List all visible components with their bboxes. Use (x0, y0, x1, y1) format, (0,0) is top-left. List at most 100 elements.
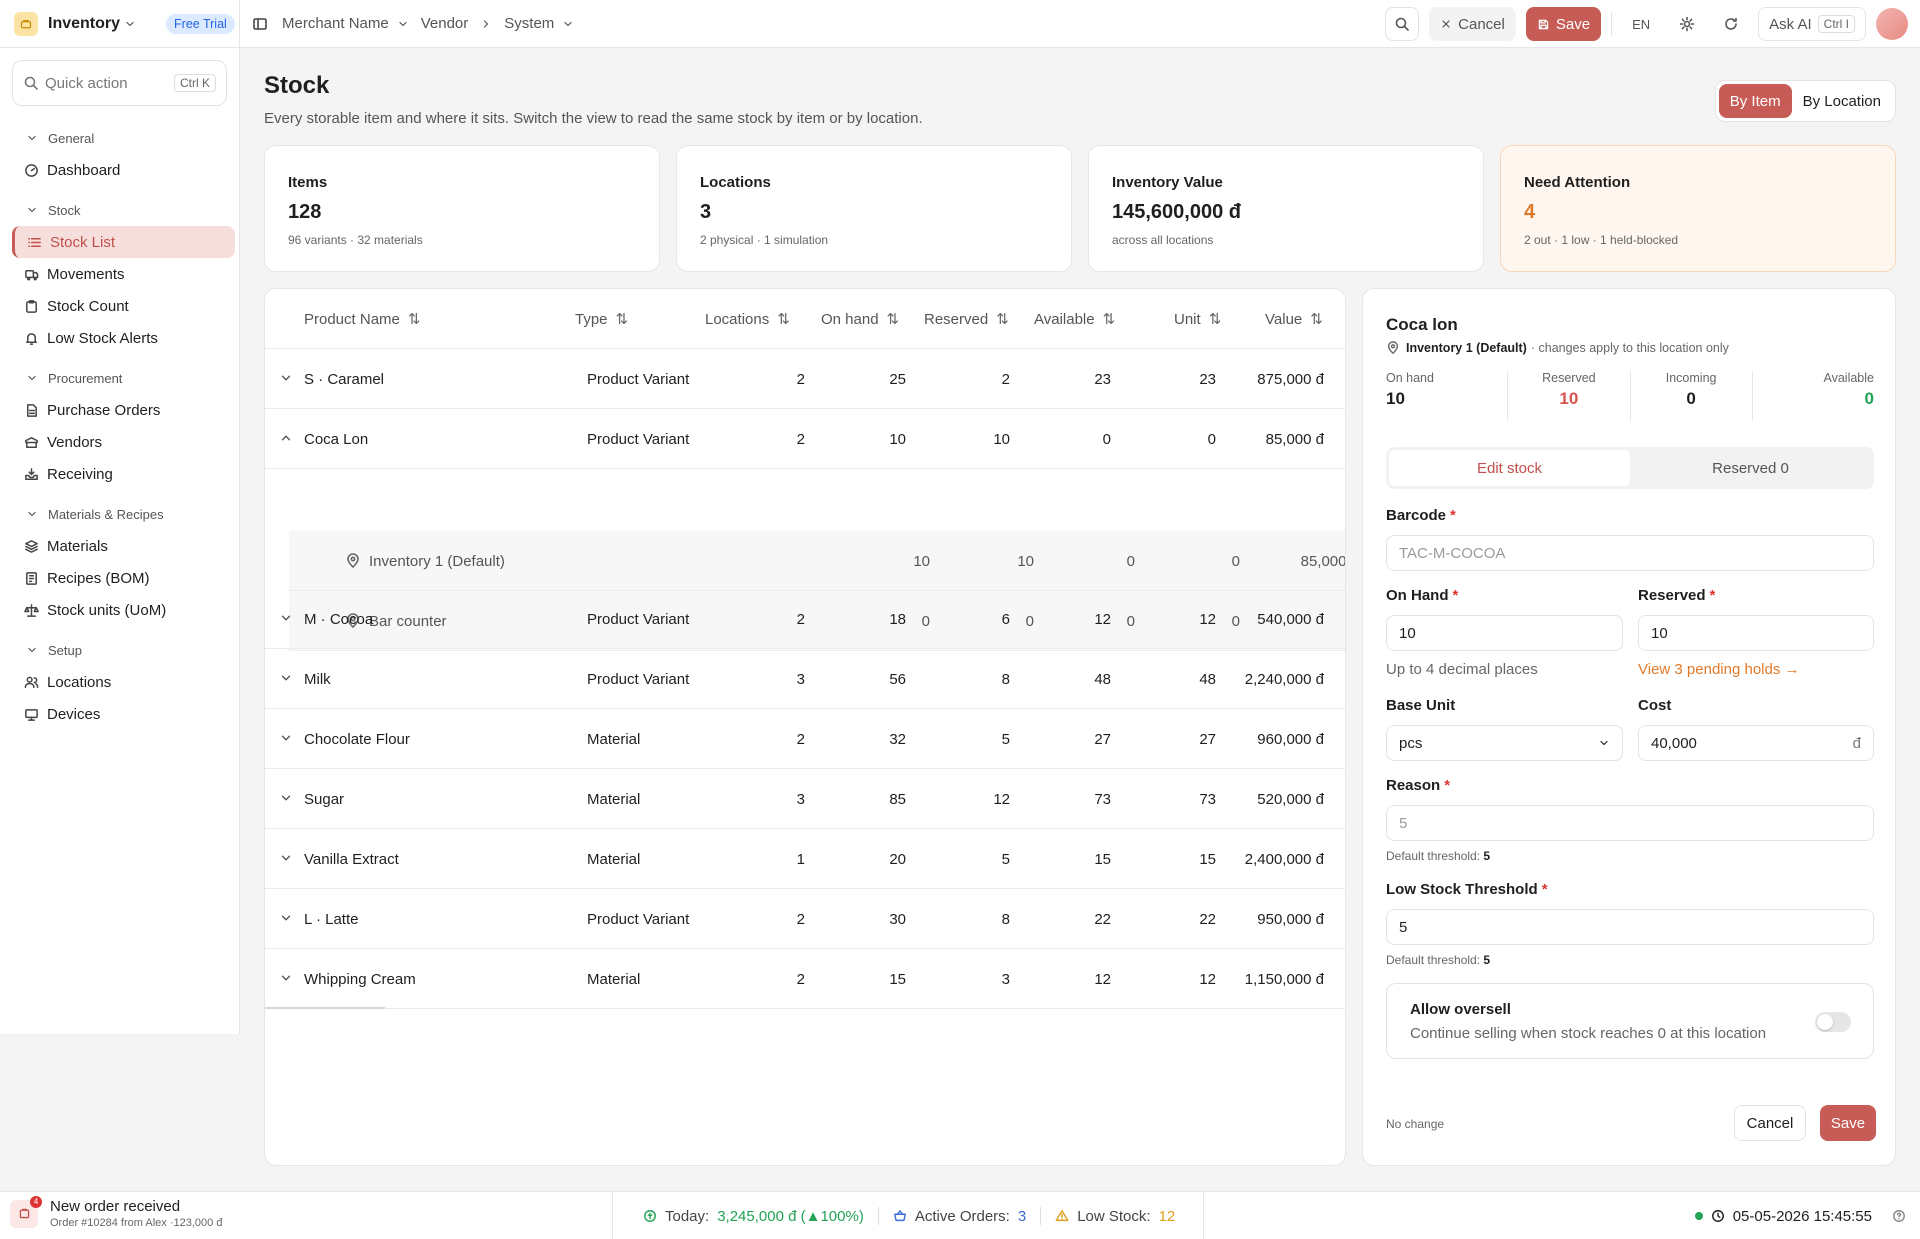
column-header-on-hand[interactable]: On hand ⇅ (821, 289, 899, 349)
card-inventory-value: Inventory Value 145,600,000 đ across all… (1088, 145, 1484, 272)
breadcrumb-system[interactable]: System (504, 15, 554, 32)
table-row[interactable]: Whipping Cream Material 2 15 3 12 12 1,150,000 … (265, 949, 1345, 1009)
table-row[interactable]: Vanilla Extract Material 1 20 5 15 15 2,400,000… (265, 829, 1345, 889)
clipboard-icon (26, 299, 37, 313)
view-by-item-button[interactable]: By Item (1718, 84, 1792, 118)
cost-input[interactable]: 40,000 đ (1638, 725, 1874, 761)
panel-save-button[interactable]: Save (1820, 1105, 1876, 1141)
column-header-locations[interactable]: Locations ⇅ (705, 289, 790, 349)
table-row[interactable]: Coca Lon Product Variant 2 10 10 0 0 85,000 đ (265, 409, 1345, 469)
sidebar-item-label: Dashboard (47, 161, 121, 179)
table-subrow[interactable]: Inventory 1 (Default)10100085,000 đ (289, 531, 1345, 591)
active-orders-value: 3 (1017, 1207, 1027, 1225)
table-row[interactable]: Chocolate Flour Material 2 32 5 27 27 960,000 đ (265, 709, 1345, 769)
sidebar-item-purchase-orders[interactable]: Purchase Orders (12, 394, 235, 426)
nav-group-stock[interactable]: Stock (0, 194, 239, 226)
column-label: Unit (1174, 310, 1201, 328)
on-hand-input[interactable]: 10 (1386, 615, 1623, 651)
column-header-unit[interactable]: Unit ⇅ (1174, 289, 1221, 349)
app-name: Inventory (48, 14, 121, 32)
label-text: Reserved (1638, 587, 1706, 604)
table-row[interactable]: S · Caramel Product Variant 2 25 2 23 23 875,00… (265, 349, 1345, 409)
cell-value: 960,000 đ (1257, 730, 1324, 748)
sidebar-item-locations[interactable]: Locations (12, 666, 235, 698)
language-button[interactable]: EN (1622, 7, 1661, 41)
panel-cancel-button[interactable]: Cancel (1734, 1105, 1806, 1141)
breadcrumb-vendor[interactable]: Vendor (421, 15, 469, 32)
sidebar-item-vendors[interactable]: Vendors (12, 426, 235, 458)
cancel-button[interactable]: Cancel (1429, 7, 1516, 41)
view-by-location-button[interactable]: By Location (1792, 84, 1892, 118)
sidebar-item-materials[interactable]: Materials (12, 530, 235, 562)
nav-group-procurement[interactable]: Procurement (0, 362, 239, 394)
sidebar-item-stock-units[interactable]: Stock units (UoM) (12, 594, 235, 626)
sidebar-item-devices[interactable]: Devices (12, 698, 235, 730)
cancel-label: Cancel (1458, 15, 1505, 33)
sidebar-item-label: Locations (47, 673, 112, 691)
app-switcher[interactable]: Inventory Free Trial (0, 0, 240, 48)
reason-label: Reason * (1386, 777, 1450, 794)
column-header-reserved[interactable]: Reserved ⇅ (924, 289, 1009, 349)
refresh-button[interactable] (1714, 7, 1749, 41)
column-header-type[interactable]: Type ⇅ (575, 289, 628, 349)
stat-value: 0 (1864, 389, 1874, 408)
divider (1611, 12, 1613, 36)
stat-label: Incoming (1665, 371, 1717, 385)
ask-ai-button[interactable]: Ask AI Ctrl I (1758, 7, 1866, 41)
nav-group-general[interactable]: General (0, 122, 239, 154)
sort-icon: ⇅ (1208, 311, 1222, 328)
active-orders-label: Active Orders: (914, 1207, 1010, 1225)
card-label: Inventory Value (1112, 174, 1223, 191)
clock-icon (1711, 1210, 1724, 1222)
search-button[interactable] (1385, 7, 1420, 41)
allow-oversell-toggle[interactable] (1815, 1012, 1851, 1032)
sidebar-item-dashboard[interactable]: Dashboard (12, 154, 235, 186)
nav-group-setup[interactable]: Setup (0, 634, 239, 666)
chevron-down-icon[interactable] (562, 18, 574, 30)
nav-group-materials[interactable]: Materials & Recipes (0, 498, 239, 530)
base-unit-select[interactable]: pcs (1386, 725, 1623, 761)
barcode-input[interactable]: TAC-M-COCOA (1386, 535, 1874, 571)
table-scrollbar[interactable] (265, 1007, 385, 1009)
base-unit-label: Base Unit (1386, 697, 1456, 714)
sidebar-toggle-icon[interactable] (252, 16, 268, 32)
required-marker: * (1444, 777, 1451, 794)
sidebar-item-receiving[interactable]: Receiving (12, 458, 235, 490)
column-header-product-name[interactable]: Product Name ⇅ (304, 289, 420, 349)
quick-action-input[interactable]: Quick action Ctrl K (12, 60, 227, 106)
device-icon (25, 708, 38, 721)
view-pending-holds-link[interactable]: View 3 pending holds → (1638, 661, 1800, 678)
sidebar-item-movements[interactable]: Movements (12, 258, 235, 290)
reserved-input[interactable]: 10 (1638, 615, 1874, 651)
tab-reserved[interactable]: Reserved 0 (1630, 450, 1871, 486)
sidebar-item-recipes[interactable]: Recipes (BOM) (12, 562, 235, 594)
summary-cards: Items 128 96 variants · 32 materials Loc… (264, 145, 1896, 272)
tab-edit-stock[interactable]: Edit stock (1389, 450, 1630, 486)
table-row[interactable]: Milk Product Variant 3 56 8 48 48 2,240,000 đ (265, 649, 1345, 709)
status-metrics: Today: 3,245,000 đ (▲100%) Active Orders… (612, 1192, 1204, 1239)
chevron-down-icon[interactable] (397, 18, 409, 30)
table-row[interactable]: L · Latte Product Variant 2 30 8 22 22 950,000 … (265, 889, 1345, 949)
sidebar-item-label: Recipes (BOM) (47, 569, 150, 587)
table-row[interactable]: Sugar Material 3 85 12 73 73 520,000 đ (265, 769, 1345, 829)
reason-input[interactable]: 5 (1386, 805, 1874, 841)
low-stock-threshold-input[interactable]: 5 (1386, 909, 1874, 945)
sidebar-item-stock-list[interactable]: Stock List (12, 226, 235, 258)
sidebar-item-low-stock-alerts[interactable]: Low Stock Alerts (12, 322, 235, 354)
avatar[interactable] (1876, 8, 1908, 40)
sidebar-item-stock-count[interactable]: Stock Count (12, 290, 235, 322)
card-need-attention[interactable]: Need Attention 4 2 out · 1 low · 1 held-… (1500, 145, 1896, 272)
breadcrumb-merchant[interactable]: Merchant Name (282, 15, 389, 32)
cost-value: 40,000 (1651, 734, 1697, 752)
page-subtitle: Every storable item and where it sits. S… (264, 110, 923, 127)
save-button[interactable]: Save (1525, 7, 1602, 41)
cell-value: 950,000 đ (1257, 910, 1324, 928)
card-label: Locations (700, 174, 771, 191)
notification[interactable]: 4 New order received Order #10284 from A… (10, 1195, 222, 1229)
help-icon[interactable] (1892, 1209, 1906, 1223)
theme-button[interactable] (1670, 7, 1705, 41)
column-header-value[interactable]: Value ⇅ (1265, 289, 1323, 349)
column-header-available[interactable]: Available ⇅ (1034, 289, 1115, 349)
table-row[interactable]: M · Cocoa Product Variant 2 18 6 12 12 540,000 … (265, 589, 1345, 649)
divider (1040, 1207, 1042, 1225)
